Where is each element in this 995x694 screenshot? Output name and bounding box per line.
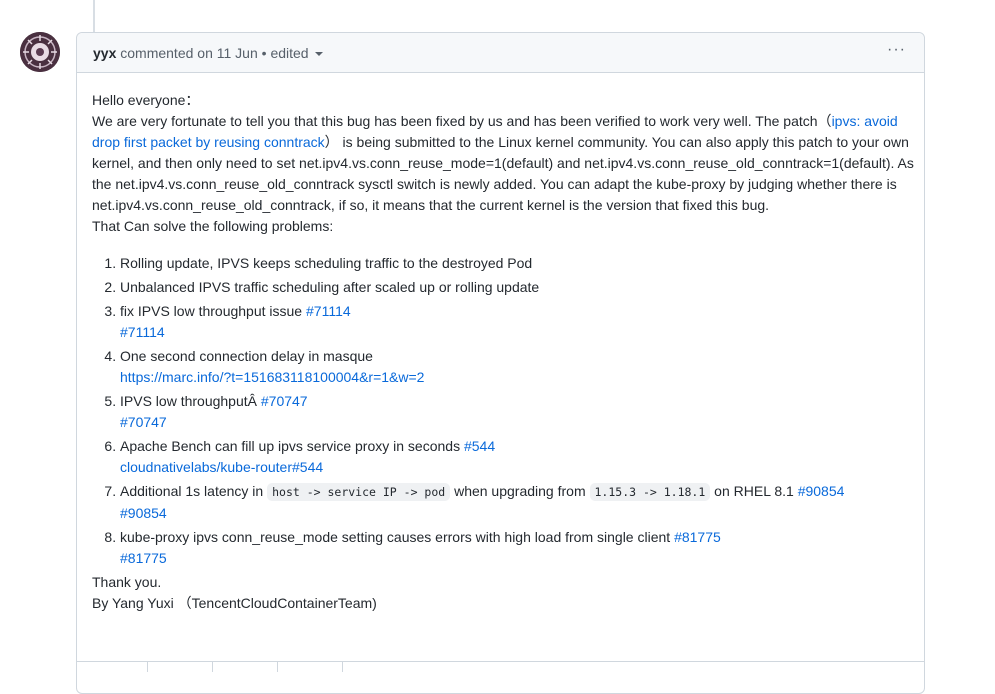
timeline-line <box>93 0 95 33</box>
list-item: kube-proxy ipvs conn_reuse_mode setting … <box>120 527 914 569</box>
item-text: Rolling update, IPVS keeps scheduling tr… <box>120 255 533 271</box>
intro-text: That Can solve the following problems: <box>92 218 334 234</box>
reaction-divider <box>277 662 278 672</box>
kube-router-link[interactable]: cloudnativelabs/kube-router#544 <box>120 457 914 478</box>
edited-dropdown[interactable]: edited <box>270 45 323 61</box>
comment-box: yyx commented on 11 Jun • edited ··· Hel… <box>76 32 925 694</box>
reaction-divider <box>342 662 343 672</box>
item-text: IPVS low throughputÂ <box>120 393 261 409</box>
item-text: fix IPVS low throughput issue <box>120 303 306 319</box>
list-item: One second connection delay in masque htt… <box>120 346 914 388</box>
issue-sub-link[interactable]: #71114 <box>120 322 914 343</box>
issue-link[interactable]: #71114 <box>306 303 351 319</box>
problem-list: Rolling update, IPVS keeps scheduling tr… <box>92 253 914 569</box>
marc-link[interactable]: https://marc.info/?t=151683118100004&r=1… <box>120 367 914 388</box>
list-item: Rolling update, IPVS keeps scheduling tr… <box>120 253 914 274</box>
issue-link[interactable]: #90854 <box>798 483 845 499</box>
meta-separator: • <box>261 45 267 61</box>
caret-down-icon <box>314 52 323 57</box>
issue-link[interactable]: #544 <box>464 438 495 454</box>
thanks-text: Thank you. <box>92 574 162 590</box>
kebab-horizontal-icon[interactable]: ··· <box>887 41 906 59</box>
comment-meta: yyx commented on 11 Jun • edited <box>93 45 323 61</box>
list-item: Apache Bench can fill up ipvs service pr… <box>120 436 914 478</box>
item-text: kube-proxy ipvs conn_reuse_mode setting … <box>120 529 675 545</box>
reaction-divider <box>212 662 213 672</box>
edited-label: edited <box>270 45 309 61</box>
issue-sub-link[interactable]: #81775 <box>120 548 914 569</box>
greeting: Hello everyone： <box>92 92 200 108</box>
issue-link[interactable]: #81775 <box>674 529 721 545</box>
comment-date-link[interactable]: 11 Jun <box>217 45 258 61</box>
signature: By Yang Yuxi （TencentCloudContainerTeam) <box>92 595 377 611</box>
p1-before: We are very fortunate to tell you that t… <box>92 113 832 129</box>
avatar-image <box>20 32 60 72</box>
item-text-c: on RHEL 8.1 <box>710 483 798 499</box>
item-text-b: when upgrading from <box>450 483 590 499</box>
avatar[interactable] <box>20 32 60 72</box>
comment-action: commented on <box>120 45 213 61</box>
list-item: fix IPVS low throughput issue #71114 #711… <box>120 301 914 343</box>
item-text: Unbalanced IPVS traffic scheduling after… <box>120 279 540 295</box>
author-link[interactable]: yyx <box>93 45 116 61</box>
comment-header: yyx commented on 11 Jun • edited ··· <box>77 33 924 73</box>
item-text: One second connection delay in masque <box>120 348 373 364</box>
reactions-bar-border <box>77 661 924 662</box>
issue-sub-link[interactable]: #70747 <box>120 412 914 433</box>
paragraph-1: We are very fortunate to tell you that t… <box>92 111 914 216</box>
issue-link[interactable]: #70747 <box>261 393 308 409</box>
inline-code: host -> service IP -> pod <box>267 483 451 501</box>
comment-body: Hello everyone： We are very fortunate to… <box>92 90 914 614</box>
reaction-divider <box>147 662 148 672</box>
issue-sub-link[interactable]: #90854 <box>120 503 914 524</box>
item-text: Apache Bench can fill up ipvs service pr… <box>120 438 464 454</box>
list-item: Additional 1s latency in host -> service… <box>120 481 914 524</box>
item-text-a: Additional 1s latency in <box>120 483 268 499</box>
list-item: Unbalanced IPVS traffic scheduling after… <box>120 277 914 298</box>
list-item: IPVS low throughputÂ #70747 #70747 <box>120 391 914 433</box>
inline-code: 1.15.3 -> 1.18.1 <box>589 483 711 501</box>
